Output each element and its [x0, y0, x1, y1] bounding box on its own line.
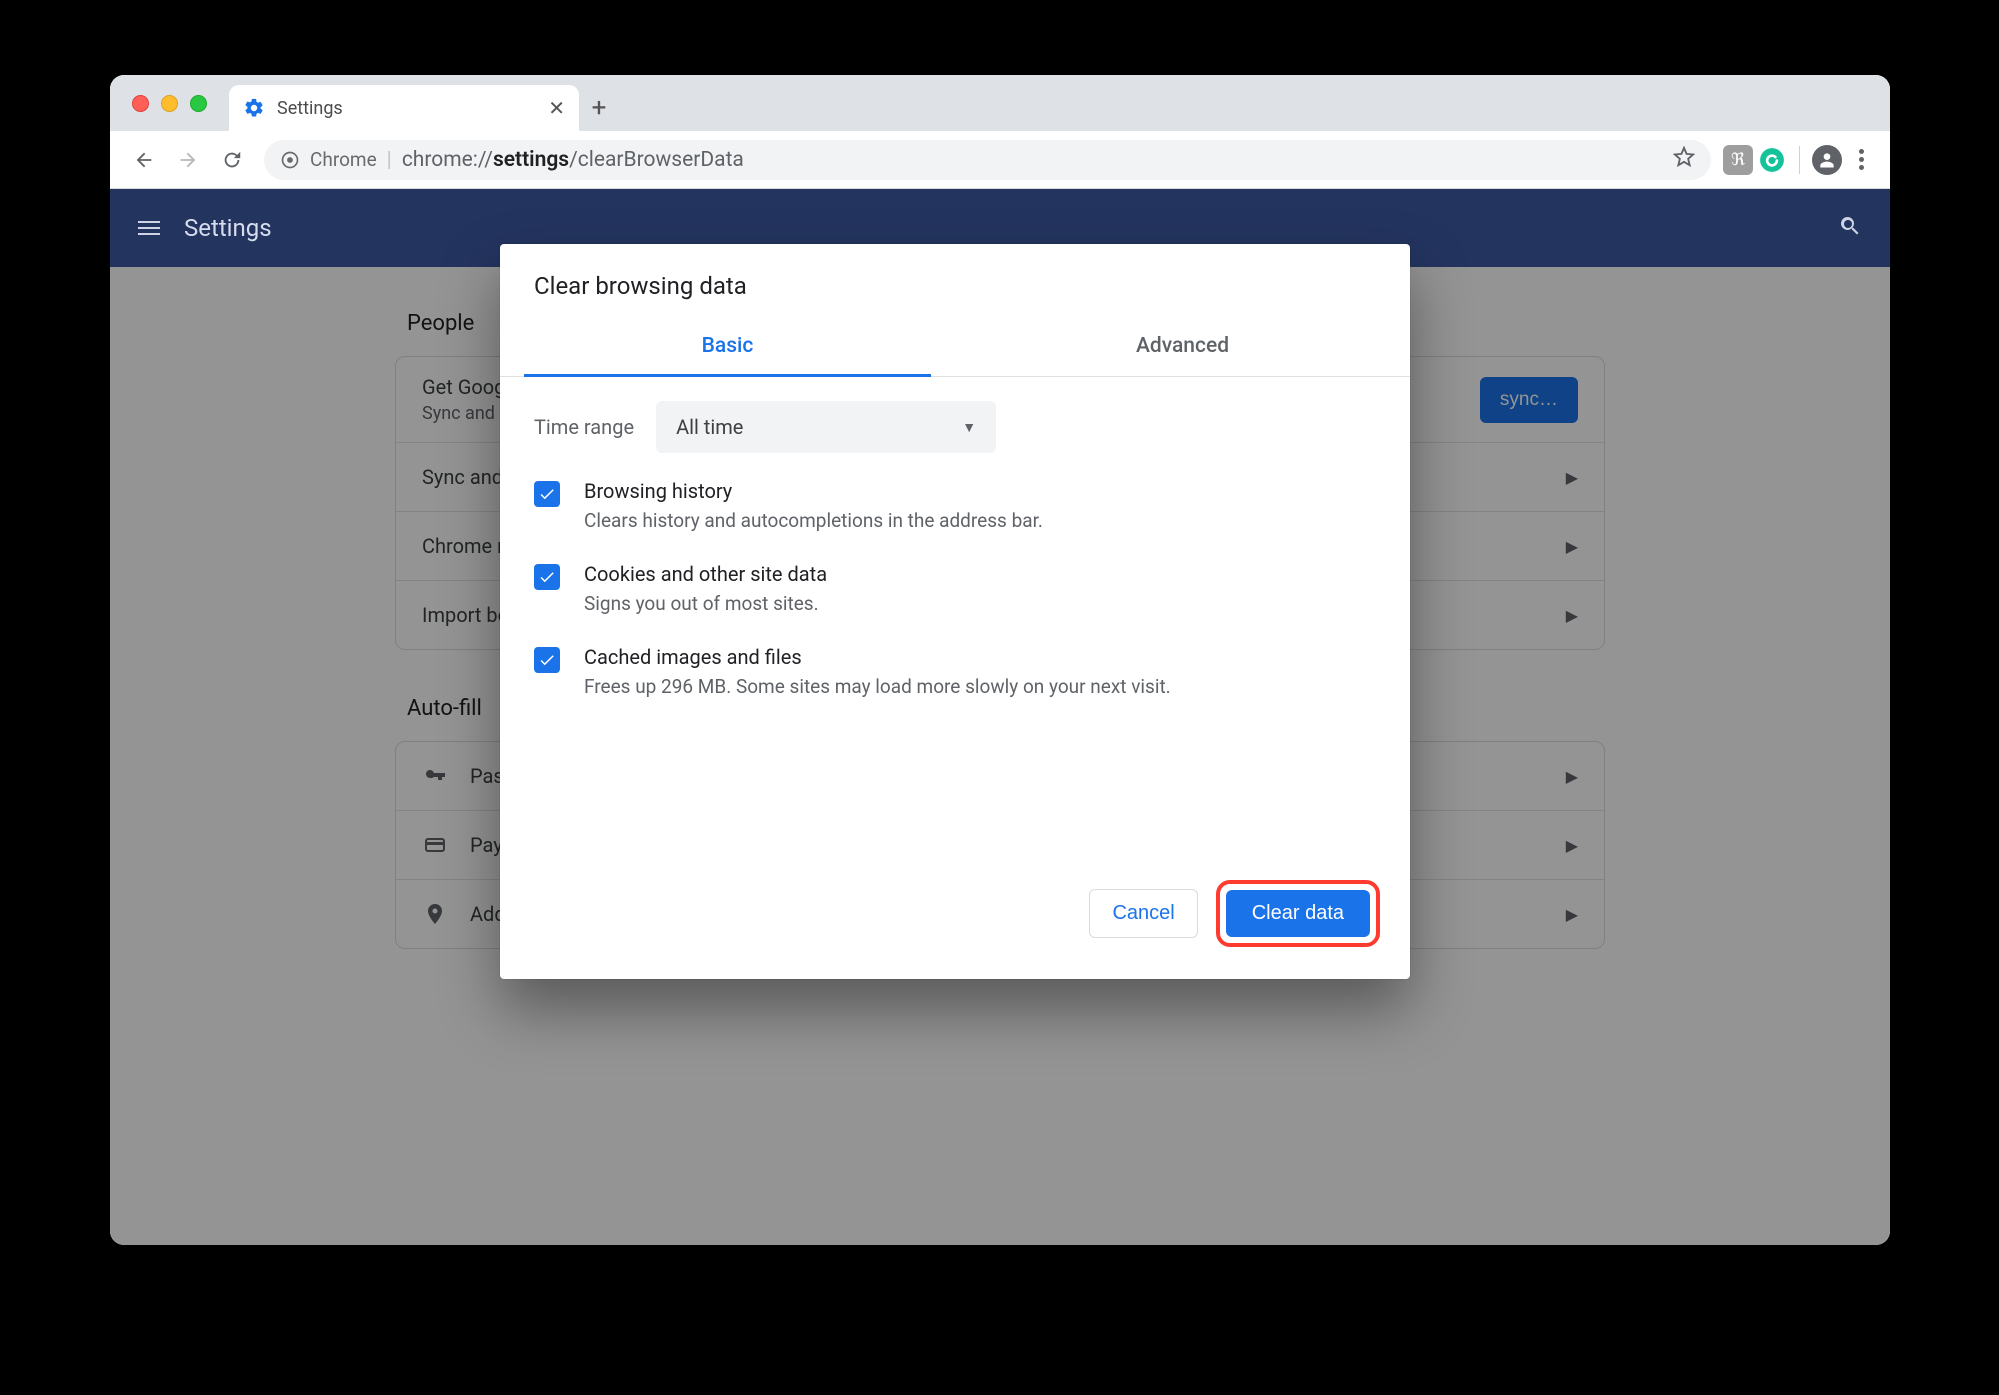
checkbox-cookies[interactable] [534, 564, 560, 590]
chevron-down-icon: ▼ [962, 419, 976, 436]
toolbar-divider [1799, 146, 1800, 174]
option-title: Browsing history [584, 479, 1043, 503]
check-icon [538, 568, 556, 586]
option-cookies: Cookies and other site data Signs you ou… [500, 544, 1410, 627]
cancel-button[interactable]: Cancel [1089, 889, 1197, 938]
check-icon [538, 485, 556, 503]
url-display: chrome://settings/clearBrowserData [402, 148, 744, 172]
new-tab-button[interactable]: + [579, 85, 619, 131]
browser-window: Settings ✕ + Chrome | chrome://settings/… [110, 75, 1890, 1245]
option-desc: Frees up 296 MB. Some sites may load mor… [584, 675, 1171, 698]
tab-advanced[interactable]: Advanced [955, 320, 1410, 376]
reload-button[interactable] [212, 140, 252, 180]
clear-data-button[interactable]: Clear data [1226, 890, 1370, 937]
maximize-window-icon[interactable] [190, 95, 207, 112]
settings-title: Settings [184, 214, 272, 242]
tab-basic[interactable]: Basic [500, 320, 955, 376]
dialog-actions: Cancel Clear data [500, 710, 1410, 953]
search-icon[interactable] [1838, 214, 1862, 242]
option-title: Cookies and other site data [584, 562, 827, 586]
time-range-row: Time range All time ▼ [500, 377, 1410, 461]
back-button[interactable] [124, 140, 164, 180]
checkbox-cache[interactable] [534, 647, 560, 673]
chrome-icon [280, 150, 300, 170]
checkbox-browsing-history[interactable] [534, 481, 560, 507]
time-range-value: All time [676, 415, 743, 439]
arrow-left-icon [133, 149, 155, 171]
hamburger-menu-icon[interactable] [138, 221, 160, 235]
close-window-icon[interactable] [132, 95, 149, 112]
tab-strip: Settings ✕ + [110, 75, 1890, 131]
close-tab-icon[interactable]: ✕ [548, 96, 565, 120]
person-icon [1817, 150, 1837, 170]
clear-browsing-data-dialog: Clear browsing data Basic Advanced Time … [500, 244, 1410, 979]
check-icon [538, 651, 556, 669]
profile-avatar[interactable] [1812, 145, 1842, 175]
content-area: Settings People Get Google Sync and p sy… [110, 189, 1890, 1245]
option-browsing-history: Browsing history Clears history and auto… [500, 461, 1410, 544]
tab-title: Settings [277, 98, 343, 119]
chrome-label: Chrome [310, 148, 377, 171]
option-desc: Signs you out of most sites. [584, 592, 827, 615]
reload-icon [221, 149, 243, 171]
bookmark-star-icon[interactable] [1673, 146, 1695, 174]
address-bar: Chrome | chrome://settings/clearBrowserD… [110, 131, 1890, 189]
extension-grammarly-icon[interactable] [1757, 145, 1787, 175]
chrome-menu-button[interactable] [1846, 149, 1876, 170]
time-range-select[interactable]: All time ▼ [656, 401, 996, 453]
minimize-window-icon[interactable] [161, 95, 178, 112]
time-range-label: Time range [534, 415, 634, 439]
gear-icon [243, 97, 265, 119]
highlight-ring: Clear data [1216, 880, 1380, 947]
option-desc: Clears history and autocompletions in th… [584, 509, 1043, 532]
dialog-title: Clear browsing data [500, 244, 1410, 320]
extension-badge-1[interactable]: ℜ [1723, 145, 1753, 175]
option-cache: Cached images and files Frees up 296 MB.… [500, 627, 1410, 710]
forward-button[interactable] [168, 140, 208, 180]
window-controls [122, 75, 221, 131]
omnibox[interactable]: Chrome | chrome://settings/clearBrowserD… [264, 140, 1711, 180]
option-title: Cached images and files [584, 645, 1171, 669]
browser-tab-settings[interactable]: Settings ✕ [229, 85, 579, 131]
dialog-tabs: Basic Advanced [500, 320, 1410, 377]
arrow-right-icon [177, 149, 199, 171]
